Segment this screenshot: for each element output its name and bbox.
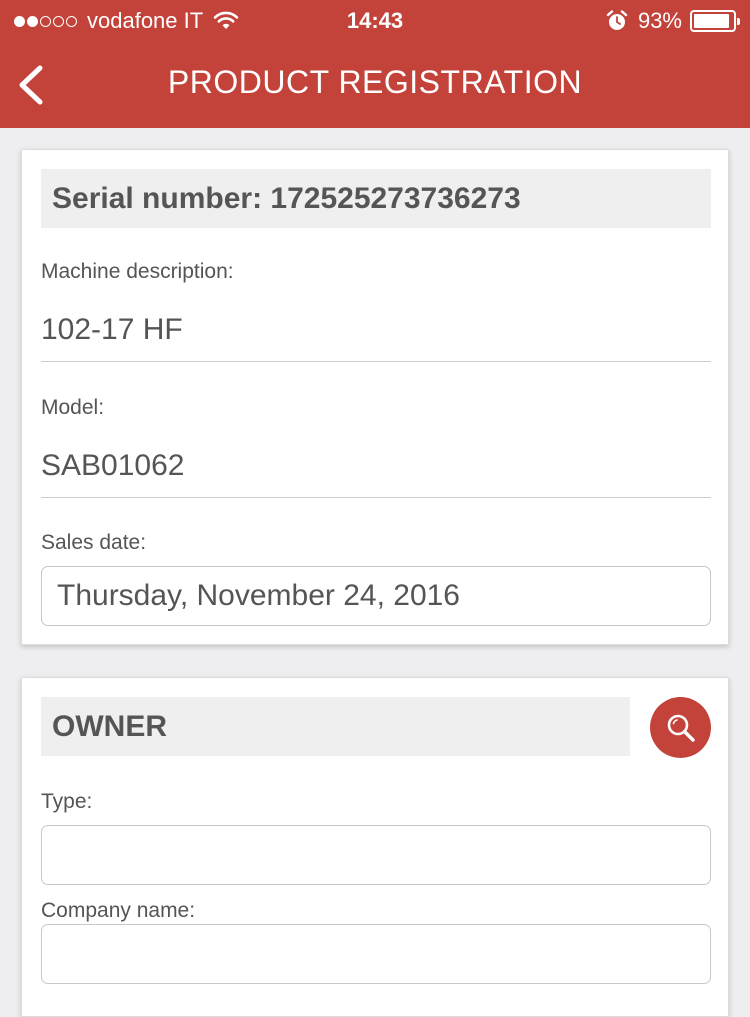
alarm-icon	[606, 10, 628, 30]
status-bar-right: 93%	[606, 8, 740, 34]
owner-search-button[interactable]	[650, 697, 711, 758]
serial-number-header: Serial number: 172525273736273	[41, 169, 711, 228]
battery-fill	[694, 14, 730, 28]
status-bar: vodafone IT 14:43 93%	[0, 0, 750, 42]
product-details-card: Serial number: 172525273736273 Machine d…	[21, 149, 729, 645]
navigation-bar: PRODUCT REGISTRATION	[0, 42, 750, 128]
battery-icon	[690, 10, 740, 32]
type-input[interactable]	[41, 825, 711, 885]
machine-description-value: 102-17 HF	[41, 313, 711, 362]
sales-date-field[interactable]: Thursday, November 24, 2016	[41, 566, 711, 626]
app-header: vodafone IT 14:43 93% PRODUCT REGISTRATI…	[0, 0, 750, 128]
model-label: Model:	[41, 396, 105, 419]
search-icon	[667, 714, 695, 742]
model-value: SAB01062	[41, 449, 711, 498]
company-name-label: Company name:	[41, 899, 196, 922]
sales-date-label: Sales date:	[41, 531, 147, 554]
company-name-input[interactable]	[41, 924, 711, 984]
battery-percent: 93%	[637, 8, 682, 33]
page-title: PRODUCT REGISTRATION	[167, 64, 583, 100]
owner-card: OWNER Type: Company name:	[21, 677, 729, 1017]
type-label: Type:	[41, 790, 93, 813]
machine-description-label: Machine description:	[41, 260, 234, 283]
owner-section-header: OWNER	[41, 697, 630, 756]
